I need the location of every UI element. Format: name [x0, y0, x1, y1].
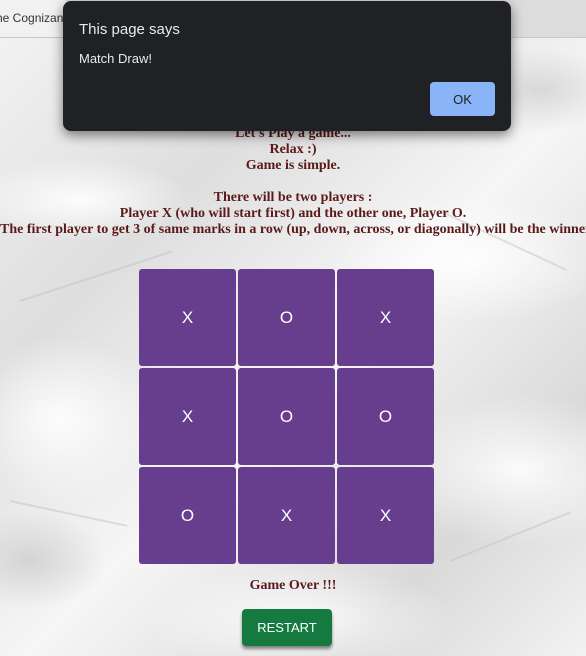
intro-line: Relax :) [269, 142, 317, 157]
game-status: Game Over !!! [249, 578, 337, 593]
ok-button[interactable]: OK [430, 82, 495, 116]
intro-line: Player X (who will start first) and the … [119, 206, 467, 221]
dialog-message: Match Draw! [79, 51, 152, 66]
board-cell[interactable]: X [337, 467, 434, 564]
board-cell[interactable]: X [337, 269, 434, 366]
intro-spacer [0, 174, 586, 190]
intro-line: The first player to get 3 of same marks … [0, 222, 586, 237]
dialog-title: This page says [79, 21, 180, 38]
intro-line: Game is simple. [245, 158, 341, 173]
board-cell[interactable]: O [238, 368, 335, 465]
browser-tab[interactable]: he Cognizan [0, 0, 66, 37]
alert-dialog: This page says Match Draw! OK [63, 1, 511, 131]
board-cell[interactable]: O [238, 269, 335, 366]
restart-button[interactable]: RESTART [242, 609, 332, 646]
board-cell[interactable]: X [139, 269, 236, 366]
board-cell[interactable]: O [337, 368, 434, 465]
game-intro: Let's Play a game... Relax :) Game is si… [0, 126, 586, 238]
intro-line: There will be two players : [213, 190, 373, 205]
board-cell[interactable]: X [238, 467, 335, 564]
board-cell[interactable]: X [139, 368, 236, 465]
tic-tac-toe-board: X O X X O O O X X [139, 269, 437, 567]
board-cell[interactable]: O [139, 467, 236, 564]
